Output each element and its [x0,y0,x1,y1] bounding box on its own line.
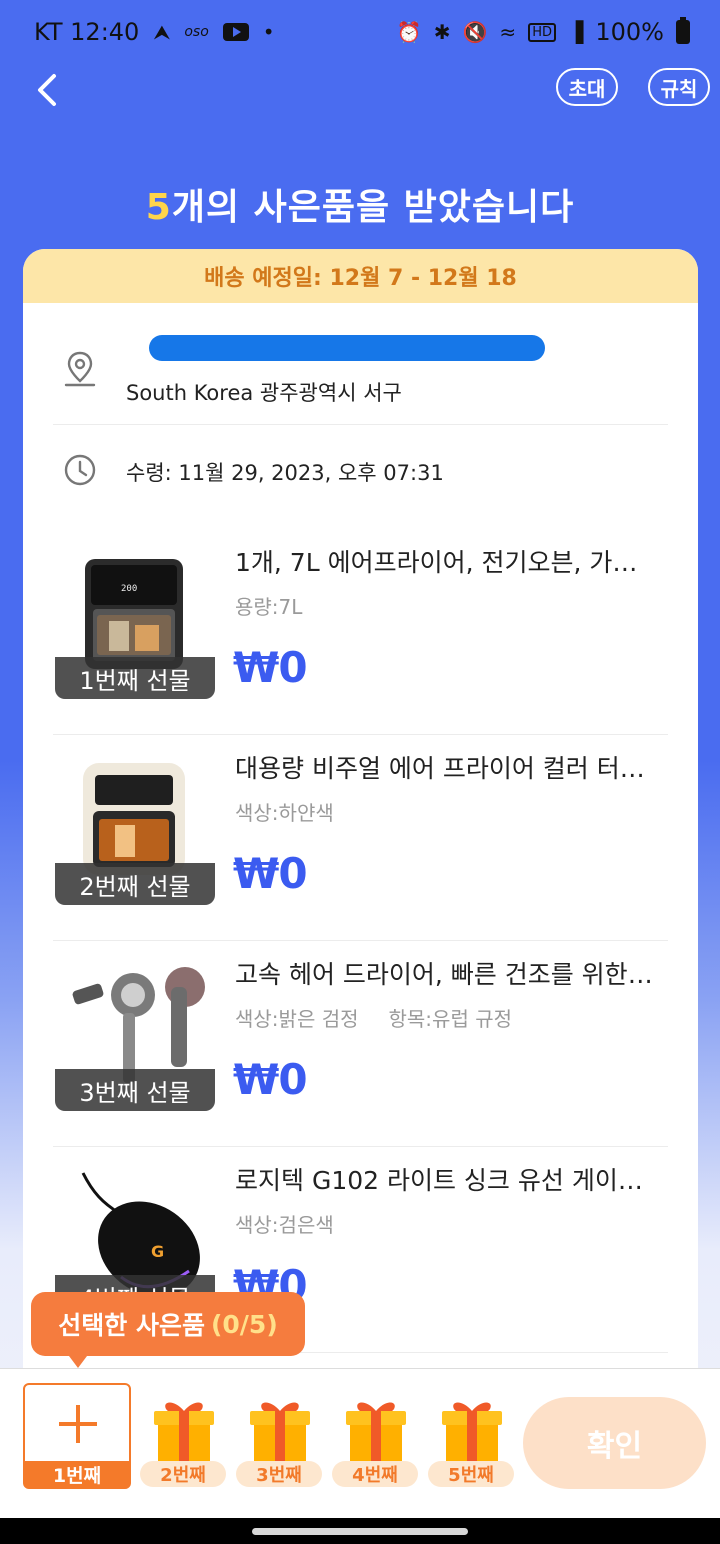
address-row: South Korea 광주광역시 서구 [53,329,668,425]
item-title: 1개, 7L 에어프라이어, 전기오븐, 가정용 대용량 [235,548,655,577]
headline-text: 개의 사은품을 받았습니다 [171,187,575,228]
tooltip-label: 선택한 사은품 [58,1311,205,1340]
item-options: 색상:하얀색 [235,801,334,825]
slot-label: 4번째 [332,1461,418,1487]
signal-icon: ▐ [567,20,584,44]
gift-slot-3[interactable]: 3번째 [234,1391,324,1491]
chevron-left-icon [38,74,56,106]
gift-slot-2[interactable]: 2번째 [138,1391,228,1491]
list-item[interactable]: 2번째 선물 대용량 비주얼 에어 프라이어 컬러 터치스크린 색상:하얀색 ₩… [53,735,668,941]
svg-text:G: G [151,1242,164,1261]
mute-icon: 🔇 [462,20,488,44]
wifi-icon: ≈ [499,20,517,44]
gift-box-icon [346,1402,406,1461]
gift-badge: 3번째 선물 [55,1069,215,1111]
invite-button[interactable]: 초대 [556,68,618,106]
gift-badge: 2번째 선물 [55,863,215,905]
item-title: 대용량 비주얼 에어 프라이어 컬러 터치스크린 [235,754,655,783]
dot-icon: • [262,20,275,44]
gift-list: 200 1번째 선물 1개, 7L 에어프라이어, 전기오븐, 가정용 대용량 … [53,529,668,1353]
gift-selection-tray: 1번째 2번째 3번째 4번째 5번째 확인 [0,1368,720,1518]
page-title: 5개의 사은품을 받았습니다 [0,178,720,230]
slot-label: 5번째 [428,1461,514,1487]
slot-label: 3번째 [236,1461,322,1487]
item-options: 색상:검은색 [235,1213,334,1237]
selected-gifts-tooltip: 선택한 사은품 (0/5) [31,1292,305,1368]
redacted-recipient [149,335,545,361]
gift-badge: 1번째 선물 [55,657,215,699]
clock-icon [64,454,96,486]
gift-slot-4[interactable]: 4번째 [330,1391,420,1491]
oso-icon: oso [184,24,209,40]
youtube-icon [222,23,249,41]
gift-box-icon [250,1402,310,1461]
battery-icon [676,17,690,44]
gift-slot-5[interactable]: 5번째 [426,1391,516,1491]
gift-slot-1[interactable]: 1번째 [23,1383,131,1489]
address-text: South Korea 광주광역시 서구 [126,381,402,405]
plus-icon [59,1405,97,1443]
item-price: ₩0 [233,1055,308,1104]
home-indicator[interactable] [252,1528,468,1535]
system-nav-bar [0,1518,720,1544]
status-bar: KT 12:40 ⮝ oso • ⏰ ✱ 🔇 ≈ HD ▐ 100% [0,0,720,64]
navigation-icon: ⮝ [153,20,171,44]
carrier-time: KT 12:40 [34,18,140,46]
hd-icon: HD [528,22,556,42]
list-item[interactable]: 3번째 선물 고속 헤어 드라이어, 빠른 건조를 위한 음이온 색상:밝은 검… [53,941,668,1147]
item-title: 로지텍 G102 라이트 싱크 유선 게이밍 마우스 [235,1166,655,1195]
svg-text:200: 200 [121,584,137,594]
received-time: 수령: 11월 29, 2023, 오후 07:31 [126,461,444,485]
alarm-icon: ⏰ [396,20,422,44]
location-pin-icon [64,351,96,387]
confirm-button[interactable]: 확인 [523,1397,706,1489]
tooltip-count: (0/5) [210,1309,278,1339]
item-price: ₩0 [233,849,308,898]
slot-label: 1번째 [25,1461,129,1487]
gift-card: 배송 예정일: 12월 7 - 12월 18 South Korea 광주광역시… [23,249,698,1369]
gift-box-icon [154,1402,214,1461]
gift-box-icon [442,1402,502,1461]
item-options: 용량:7L [235,595,303,619]
slot-label: 2번째 [140,1461,226,1487]
item-price: ₩0 [233,643,308,692]
item-options: 색상:밝은 검정 항목:유럽 규정 [235,1007,512,1031]
delivery-estimate: 배송 예정일: 12월 7 - 12월 18 [23,249,698,303]
item-title: 고속 헤어 드라이어, 빠른 건조를 위한 음이온 [235,960,655,989]
gift-count: 5 [145,187,172,228]
rules-button[interactable]: 규칙 [648,68,710,106]
list-item[interactable]: 200 1번째 선물 1개, 7L 에어프라이어, 전기오븐, 가정용 대용량 … [53,529,668,735]
battery-percent: 100% [595,18,664,46]
received-row: 수령: 11월 29, 2023, 오후 07:31 [53,445,668,501]
bluetooth-icon: ✱ [433,20,451,44]
back-button[interactable] [28,68,72,112]
